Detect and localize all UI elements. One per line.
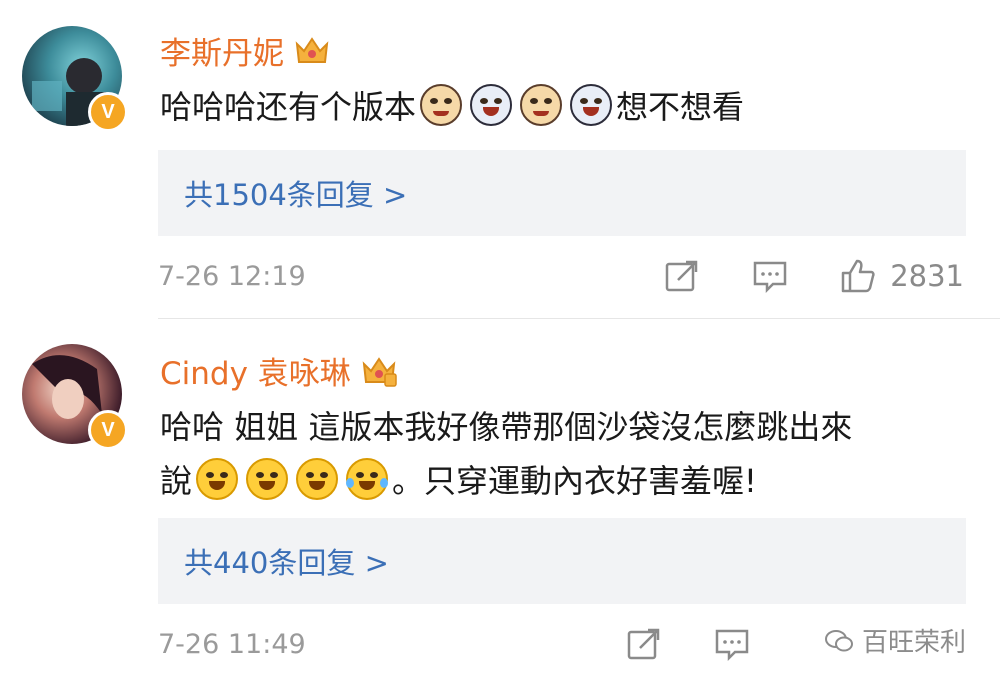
watermark: 百旺荣利 xyxy=(824,622,966,659)
replies-link[interactable]: 共440条回复 > xyxy=(158,518,966,604)
comment-text: 哈哈 姐姐 這版本我好像帶那個沙袋沒怎麼跳出來 說 。只穿運動內衣好害羞喔! xyxy=(160,400,964,508)
replies-label: 共1504条回复 > xyxy=(184,178,408,212)
username[interactable]: 李斯丹妮 xyxy=(160,28,330,73)
verified-badge: V xyxy=(88,410,128,450)
replies-label: 共440条回复 > xyxy=(184,546,389,580)
tears-of-joy-icon xyxy=(346,458,389,500)
comment-text-part: 說 xyxy=(160,462,193,500)
like-button[interactable]: 2831 xyxy=(840,258,964,294)
cat-face-icon xyxy=(520,84,563,126)
username-text: 李斯丹妮 xyxy=(160,36,284,72)
comment-time: 7-26 11:49 xyxy=(158,628,306,660)
share-icon[interactable] xyxy=(664,258,700,294)
comment-item: V 李斯丹妮 哈哈哈还有个版本 想不想看 共1504条回复 > 7-26 12:1… xyxy=(0,0,1000,318)
comment-text-part: 哈哈哈还有个版本 xyxy=(160,88,417,126)
avatar[interactable]: V xyxy=(22,26,128,132)
dog-face-icon xyxy=(570,84,613,126)
comment-time: 7-26 12:19 xyxy=(158,260,306,292)
crown-icon xyxy=(295,36,329,63)
comment-icon[interactable] xyxy=(752,258,788,294)
cat-face-icon xyxy=(420,84,463,126)
avatar[interactable]: V xyxy=(22,344,128,450)
comment-text-line: 哈哈 姐姐 這版本我好像帶那個沙袋沒怎麼跳出來 xyxy=(160,408,853,446)
verified-badge: V xyxy=(88,92,128,132)
grinning-squint-icon xyxy=(296,458,339,500)
wechat-icon xyxy=(824,629,853,651)
comment-icon[interactable] xyxy=(714,626,750,662)
username[interactable]: Cindy 袁咏琳 xyxy=(160,348,397,393)
comment-footer: 7-26 12:19 2831 xyxy=(158,256,964,296)
share-icon[interactable] xyxy=(626,626,662,662)
comment-text: 哈哈哈还有个版本 想不想看 xyxy=(160,80,964,134)
comment-text-line: 說 。只穿運動內衣好害羞喔! xyxy=(160,454,964,508)
watermark-text: 百旺荣利 xyxy=(861,628,966,658)
comment-text-part: 。只穿運動內衣好害羞喔! xyxy=(392,462,757,500)
username-text: Cindy 袁咏琳 xyxy=(160,356,351,392)
dog-face-icon xyxy=(470,84,513,126)
like-count: 2831 xyxy=(890,259,964,293)
crown-icon xyxy=(362,356,397,387)
thumbs-up-icon xyxy=(841,259,875,293)
comment-text-part: 想不想看 xyxy=(616,88,745,126)
grinning-squint-icon xyxy=(196,458,239,500)
grinning-squint-icon xyxy=(246,458,289,500)
replies-link[interactable]: 共1504条回复 > xyxy=(158,150,966,236)
